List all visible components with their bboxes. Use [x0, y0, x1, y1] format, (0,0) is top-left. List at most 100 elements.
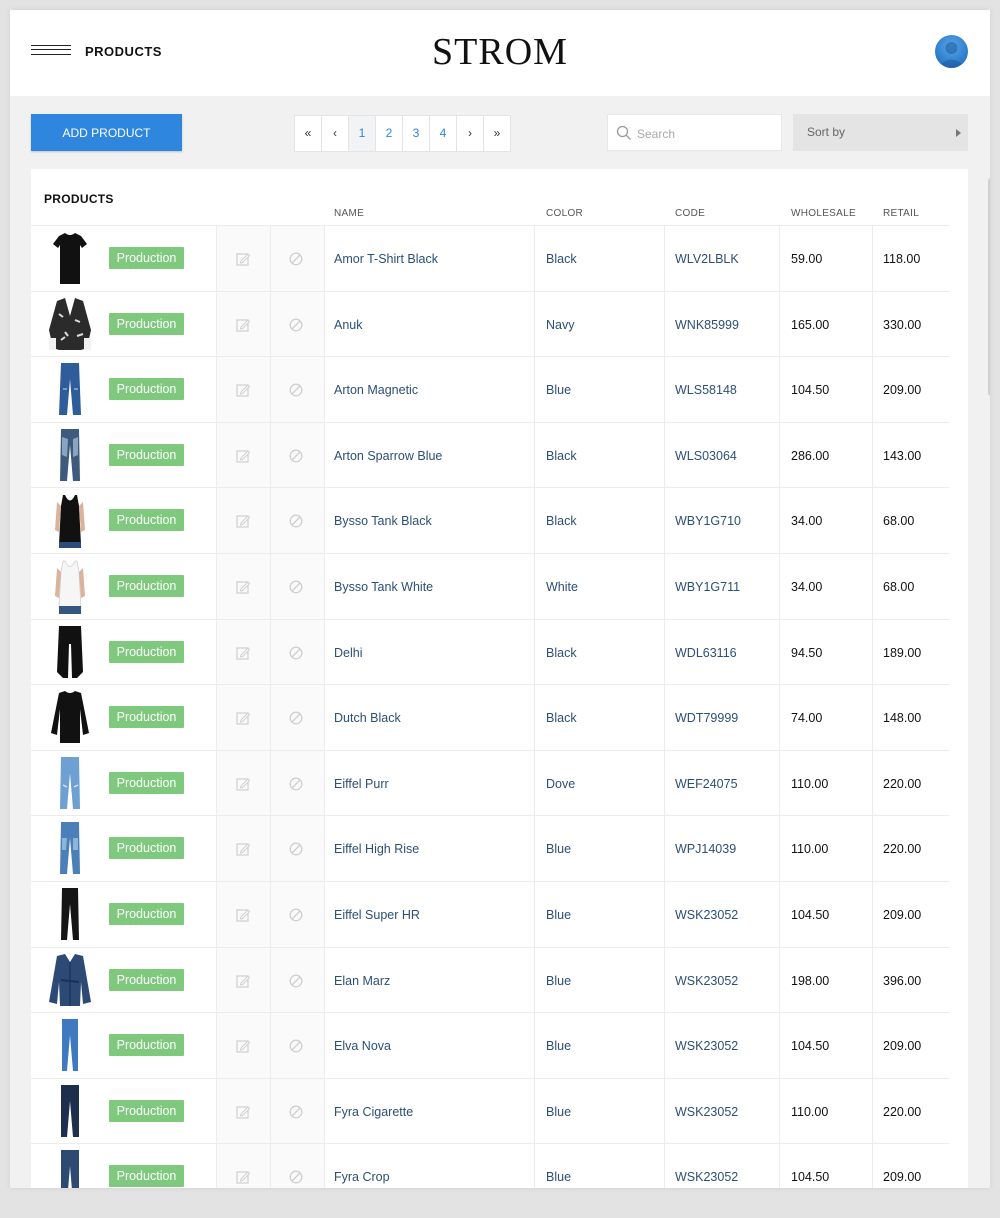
last-page-button[interactable]: » — [483, 115, 511, 152]
table-row[interactable]: Production Eiffel High Rise Blue WPJ14039 11… — [31, 815, 949, 881]
page-2-button[interactable]: 2 — [375, 115, 403, 152]
disable-icon[interactable] — [289, 514, 303, 528]
product-thumbnail[interactable] — [47, 427, 93, 483]
table-row[interactable]: Production Bysso Tank White White WBY1G711 3… — [31, 552, 949, 619]
disable-icon[interactable] — [289, 1039, 303, 1053]
next-page-button[interactable]: › — [456, 115, 484, 152]
logo[interactable]: STROM — [410, 32, 590, 72]
scrollbar-thumb[interactable] — [988, 178, 990, 396]
edit-icon[interactable] — [236, 842, 250, 856]
table-row[interactable]: Production Anuk Navy WNK85999 165.00 330.00 — [31, 290, 949, 357]
column-header-wholesale[interactable]: WHOLESALE — [791, 208, 856, 219]
disable-icon[interactable] — [289, 777, 303, 791]
product-name[interactable]: Delhi — [334, 646, 363, 660]
product-name[interactable]: Eiffel High Rise — [334, 842, 419, 856]
disable-icon[interactable] — [289, 711, 303, 725]
disable-icon[interactable] — [289, 1170, 303, 1184]
table-row[interactable]: Production Arton Sparrow Blue Black WLS0306… — [31, 421, 949, 488]
disable-icon[interactable] — [289, 1105, 303, 1119]
edit-icon[interactable] — [236, 318, 250, 332]
product-name[interactable]: Bysso Tank Black — [334, 514, 432, 528]
status-badge[interactable]: Production — [109, 968, 184, 991]
edit-icon[interactable] — [236, 252, 250, 266]
status-badge[interactable]: Production — [109, 640, 184, 663]
page-3-button[interactable]: 3 — [402, 115, 430, 152]
table-row[interactable]: Production Dutch Black Black WDT79999 74.00 1… — [31, 684, 949, 750]
column-header-retail[interactable]: RETAIL — [883, 208, 919, 219]
product-name[interactable]: Fyra Crop — [334, 1170, 390, 1184]
edit-icon[interactable] — [236, 777, 250, 791]
status-badge[interactable]: Production — [109, 706, 184, 729]
disable-icon[interactable] — [289, 449, 303, 463]
product-name[interactable]: Arton Sparrow Blue — [334, 449, 442, 463]
table-row[interactable]: Production Elva Nova Blue WSK23052 104.50 209… — [31, 1012, 949, 1078]
table-row[interactable]: Production Eiffel Purr Dove WEF24075 110.00 2… — [31, 749, 949, 816]
edit-icon[interactable] — [236, 1170, 250, 1184]
table-row[interactable]: Production Elan Marz Blue WSK23052 198.00 396… — [31, 946, 949, 1013]
status-badge[interactable]: Production — [109, 312, 184, 335]
status-badge[interactable]: Production — [109, 837, 184, 860]
product-name[interactable]: Bysso Tank White — [334, 580, 433, 594]
status-badge[interactable]: Production — [109, 1165, 184, 1188]
table-row[interactable]: Production Delhi Black WDL63116 94.50 189.00 — [31, 618, 949, 685]
sort-dropdown[interactable]: Sort by — [793, 114, 968, 151]
disable-icon[interactable] — [289, 842, 303, 856]
status-badge[interactable]: Production — [109, 1034, 184, 1057]
status-badge[interactable]: Production — [109, 443, 184, 466]
product-name[interactable]: Eiffel Super HR — [334, 908, 420, 922]
product-name[interactable]: Anuk — [334, 318, 363, 332]
scrollbar[interactable] — [988, 178, 990, 1188]
status-badge[interactable]: Production — [109, 771, 184, 794]
status-badge[interactable]: Production — [109, 574, 184, 597]
first-page-button[interactable]: « — [294, 115, 322, 152]
table-row[interactable]: Production Fyra Cigarette Blue WSK23052 110.… — [31, 1077, 949, 1144]
disable-icon[interactable] — [289, 383, 303, 397]
edit-icon[interactable] — [236, 383, 250, 397]
column-header-color[interactable]: COLOR — [546, 208, 583, 219]
disable-icon[interactable] — [289, 908, 303, 922]
product-name[interactable]: Dutch Black — [334, 711, 401, 725]
column-header-name[interactable]: NAME — [334, 208, 364, 219]
table-row[interactable]: Production Amor T-Shirt Black Black WLV2LBL… — [31, 225, 949, 291]
status-badge[interactable]: Production — [109, 378, 184, 401]
disable-icon[interactable] — [289, 580, 303, 594]
page-1-button[interactable]: 1 — [348, 115, 376, 152]
disable-icon[interactable] — [289, 252, 303, 266]
product-thumbnail[interactable] — [47, 624, 93, 680]
product-name[interactable]: Fyra Cigarette — [334, 1105, 413, 1119]
table-row[interactable]: Production Eiffel Super HR Blue WSK23052 104… — [31, 880, 949, 947]
edit-icon[interactable] — [236, 908, 250, 922]
product-thumbnail[interactable] — [47, 230, 93, 286]
product-thumbnail[interactable] — [47, 1083, 93, 1139]
product-name[interactable]: Elva Nova — [334, 1039, 391, 1053]
edit-icon[interactable] — [236, 449, 250, 463]
product-thumbnail[interactable] — [47, 296, 93, 352]
prev-page-button[interactable]: ‹ — [321, 115, 349, 152]
product-thumbnail[interactable] — [47, 689, 93, 745]
status-badge[interactable]: Production — [109, 247, 184, 269]
table-row[interactable]: Production Fyra Crop Blue WSK23052 104.50 209… — [31, 1143, 949, 1188]
menu-icon[interactable] — [31, 45, 71, 59]
disable-icon[interactable] — [289, 318, 303, 332]
add-product-button[interactable]: ADD PRODUCT — [31, 114, 182, 151]
disable-icon[interactable] — [289, 646, 303, 660]
edit-icon[interactable] — [236, 1105, 250, 1119]
status-badge[interactable]: Production — [109, 1099, 184, 1122]
product-thumbnail[interactable] — [47, 820, 93, 876]
avatar[interactable] — [935, 35, 968, 68]
product-thumbnail[interactable] — [47, 492, 93, 549]
column-header-code[interactable]: CODE — [675, 208, 705, 219]
edit-icon[interactable] — [236, 580, 250, 594]
edit-icon[interactable] — [236, 1039, 250, 1053]
product-name[interactable]: Eiffel Purr — [334, 777, 389, 791]
edit-icon[interactable] — [236, 514, 250, 528]
product-thumbnail[interactable] — [47, 1148, 93, 1188]
edit-icon[interactable] — [236, 711, 250, 725]
product-thumbnail[interactable] — [47, 361, 93, 417]
edit-icon[interactable] — [236, 974, 250, 988]
product-thumbnail[interactable] — [47, 1017, 93, 1073]
product-name[interactable]: Elan Marz — [334, 974, 390, 988]
disable-icon[interactable] — [289, 974, 303, 988]
status-badge[interactable]: Production — [109, 509, 184, 532]
product-thumbnail[interactable] — [47, 558, 93, 614]
